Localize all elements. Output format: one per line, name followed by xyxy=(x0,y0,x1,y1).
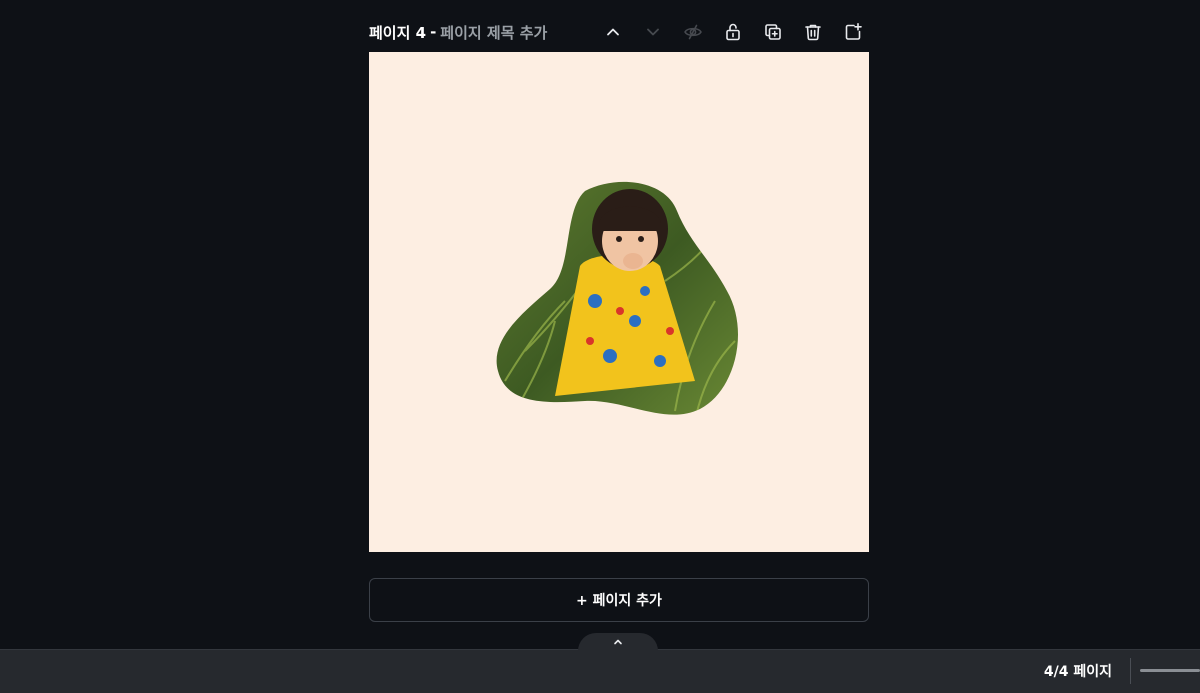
page-number-label: 페이지 4 xyxy=(369,23,427,42)
trash-icon xyxy=(805,24,821,41)
chevron-up-icon xyxy=(607,28,619,36)
eye-off-icon xyxy=(684,24,702,40)
move-page-down-button[interactable] xyxy=(637,16,669,48)
bottom-bar-divider xyxy=(1130,658,1131,684)
page-count[interactable]: 4/4 페이지 xyxy=(1044,661,1112,681)
delete-page-button[interactable] xyxy=(797,16,829,48)
page-title[interactable]: 페이지 4 - 페이지 제목 추가 xyxy=(369,22,547,43)
unlock-icon xyxy=(726,23,740,41)
move-page-up-button[interactable] xyxy=(597,16,629,48)
chevron-up-icon xyxy=(614,639,622,645)
page-header: 페이지 4 - 페이지 제목 추가 xyxy=(369,16,869,48)
page-title-input[interactable]: 페이지 제목 추가 xyxy=(440,22,547,43)
zoom-slider[interactable] xyxy=(1140,669,1200,672)
add-page-toolbar-button[interactable] xyxy=(837,16,869,48)
blob-photo-frame[interactable] xyxy=(495,181,742,421)
lock-page-button[interactable] xyxy=(717,16,749,48)
child-hand xyxy=(623,253,643,269)
add-page-button[interactable]: + 페이지 추가 xyxy=(369,578,869,622)
page-title-separator: - xyxy=(430,23,437,41)
page-toolbar xyxy=(597,16,869,48)
editor-stage: 페이지 4 - 페이지 제목 추가 + 페이지 추가 4/4 페이지 xyxy=(0,0,1200,693)
chevron-down-icon xyxy=(647,28,659,36)
duplicate-page-button[interactable] xyxy=(757,16,789,48)
bottom-bar xyxy=(0,649,1200,693)
add-page-icon xyxy=(845,22,862,40)
expand-pages-button[interactable] xyxy=(578,633,658,651)
hide-page-button[interactable] xyxy=(677,16,709,48)
duplicate-icon xyxy=(765,24,781,40)
